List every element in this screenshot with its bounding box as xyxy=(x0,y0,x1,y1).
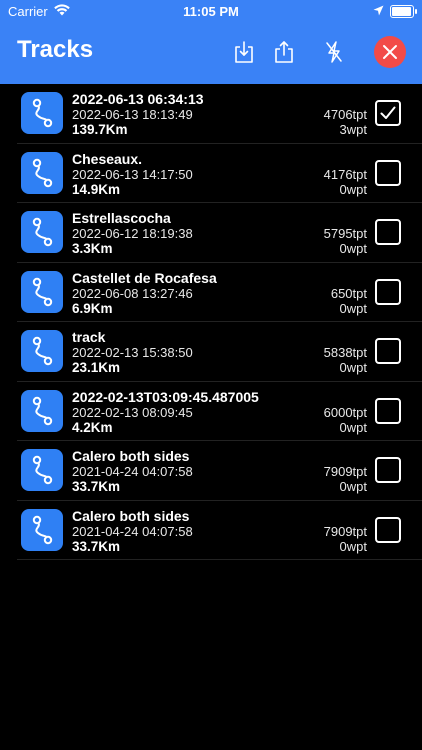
track-points: 7909tpt xyxy=(323,464,367,479)
location-arrow-icon xyxy=(373,4,384,19)
top-bar: Carrier 11:05 PM Tracks xyxy=(0,0,422,84)
track-points: 5795tpt xyxy=(323,226,367,241)
track-checkbox[interactable] xyxy=(375,457,401,483)
download-icon xyxy=(235,41,253,63)
track-date: 2021-04-24 04:07:58 xyxy=(72,464,193,479)
track-date: 2021-04-24 04:07:58 xyxy=(72,523,193,539)
track-points: 4706tpt xyxy=(323,107,367,122)
track-date: 2022-02-13 15:38:50 xyxy=(72,345,193,360)
flash-off-icon xyxy=(326,41,342,63)
track-title: 2022-02-13T03:09:45.487005 xyxy=(72,388,259,405)
track-row[interactable]: Estrellascocha 2022-06-12 18:19:38 3.3Km… xyxy=(17,203,422,263)
track-waypoints: 0wpt xyxy=(339,538,367,554)
track-date: 2022-06-13 14:17:50 xyxy=(72,166,193,182)
track-distance: 33.7Km xyxy=(72,538,121,554)
route-icon xyxy=(21,211,63,253)
close-icon xyxy=(383,45,397,59)
share-button[interactable] xyxy=(270,38,298,66)
track-title: Cheseaux. xyxy=(72,150,143,167)
close-button[interactable] xyxy=(374,36,406,68)
track-checkbox[interactable] xyxy=(375,516,401,543)
track-distance: 14.9Km xyxy=(72,181,121,197)
download-button[interactable] xyxy=(230,38,258,66)
track-distance: 4.2Km xyxy=(72,419,113,435)
checkmark-icon xyxy=(380,106,396,119)
flash-off-button[interactable] xyxy=(320,38,348,66)
track-checkbox[interactable] xyxy=(375,338,401,364)
track-title: Castellet de Rocafesa xyxy=(72,269,217,286)
share-icon xyxy=(275,41,293,63)
track-distance: 139.7Km xyxy=(72,122,128,137)
track-row[interactable]: track 2022-02-13 15:38:50 23.1Km 5838tpt… xyxy=(17,322,422,382)
track-date: 2022-06-12 18:19:38 xyxy=(72,226,193,241)
track-row[interactable]: Castellet de Rocafesa 2022-06-08 13:27:4… xyxy=(17,263,422,322)
route-icon xyxy=(21,92,63,134)
track-checkbox[interactable] xyxy=(375,159,401,186)
track-checkbox[interactable] xyxy=(375,100,401,126)
track-title: Estrellascocha xyxy=(72,210,171,226)
track-waypoints: 0wpt xyxy=(339,360,367,375)
track-date: 2022-06-08 13:27:46 xyxy=(72,285,193,301)
track-row[interactable]: 2022-02-13T03:09:45.487005 2022-02-13 08… xyxy=(17,382,422,441)
track-row[interactable]: 2022-06-13 06:34:13 2022-06-13 18:13:49 … xyxy=(17,84,422,144)
track-points: 7909tpt xyxy=(323,523,367,539)
track-waypoints: 0wpt xyxy=(339,419,367,435)
status-bar: Carrier 11:05 PM xyxy=(0,0,422,24)
track-title: 2022-06-13 06:34:13 xyxy=(72,91,204,107)
status-right xyxy=(373,4,417,19)
track-date: 2022-02-13 08:09:45 xyxy=(72,404,193,420)
route-icon xyxy=(21,508,63,551)
route-icon xyxy=(21,389,63,432)
track-row[interactable]: Calero both sides 2021-04-24 04:07:58 33… xyxy=(17,501,422,560)
route-icon xyxy=(21,449,63,491)
track-title: Calero both sides xyxy=(72,448,190,464)
battery-icon xyxy=(390,5,417,18)
track-checkbox[interactable] xyxy=(375,219,401,245)
track-points: 6000tpt xyxy=(323,404,367,420)
track-list: 2022-06-13 06:34:13 2022-06-13 18:13:49 … xyxy=(17,84,422,560)
route-icon xyxy=(21,330,63,372)
screen: Carrier 11:05 PM Tracks 2022-06-13 06:34… xyxy=(0,0,422,750)
track-checkbox[interactable] xyxy=(375,397,401,424)
track-checkbox[interactable] xyxy=(375,278,401,305)
track-title: track xyxy=(72,329,106,345)
track-waypoints: 0wpt xyxy=(339,300,367,316)
track-row[interactable]: Calero both sides 2021-04-24 04:07:58 33… xyxy=(17,441,422,501)
track-points: 5838tpt xyxy=(323,345,367,360)
track-distance: 6.9Km xyxy=(72,300,113,316)
page-title: Tracks xyxy=(17,36,94,63)
track-distance: 23.1Km xyxy=(72,360,121,375)
track-waypoints: 3wpt xyxy=(339,122,367,137)
track-distance: 33.7Km xyxy=(72,479,121,494)
status-time: 11:05 PM xyxy=(183,4,239,19)
track-points: 4176tpt xyxy=(323,166,367,182)
track-waypoints: 0wpt xyxy=(339,181,367,197)
track-waypoints: 0wpt xyxy=(339,479,367,494)
route-icon xyxy=(21,151,63,194)
track-row[interactable]: Cheseaux. 2022-06-13 14:17:50 14.9Km 417… xyxy=(17,144,422,203)
track-title: Calero both sides xyxy=(72,507,190,524)
track-distance: 3.3Km xyxy=(72,241,113,256)
route-icon xyxy=(21,270,63,313)
track-date: 2022-06-13 18:13:49 xyxy=(72,107,193,122)
track-waypoints: 0wpt xyxy=(339,241,367,256)
track-points: 650tpt xyxy=(330,285,367,301)
